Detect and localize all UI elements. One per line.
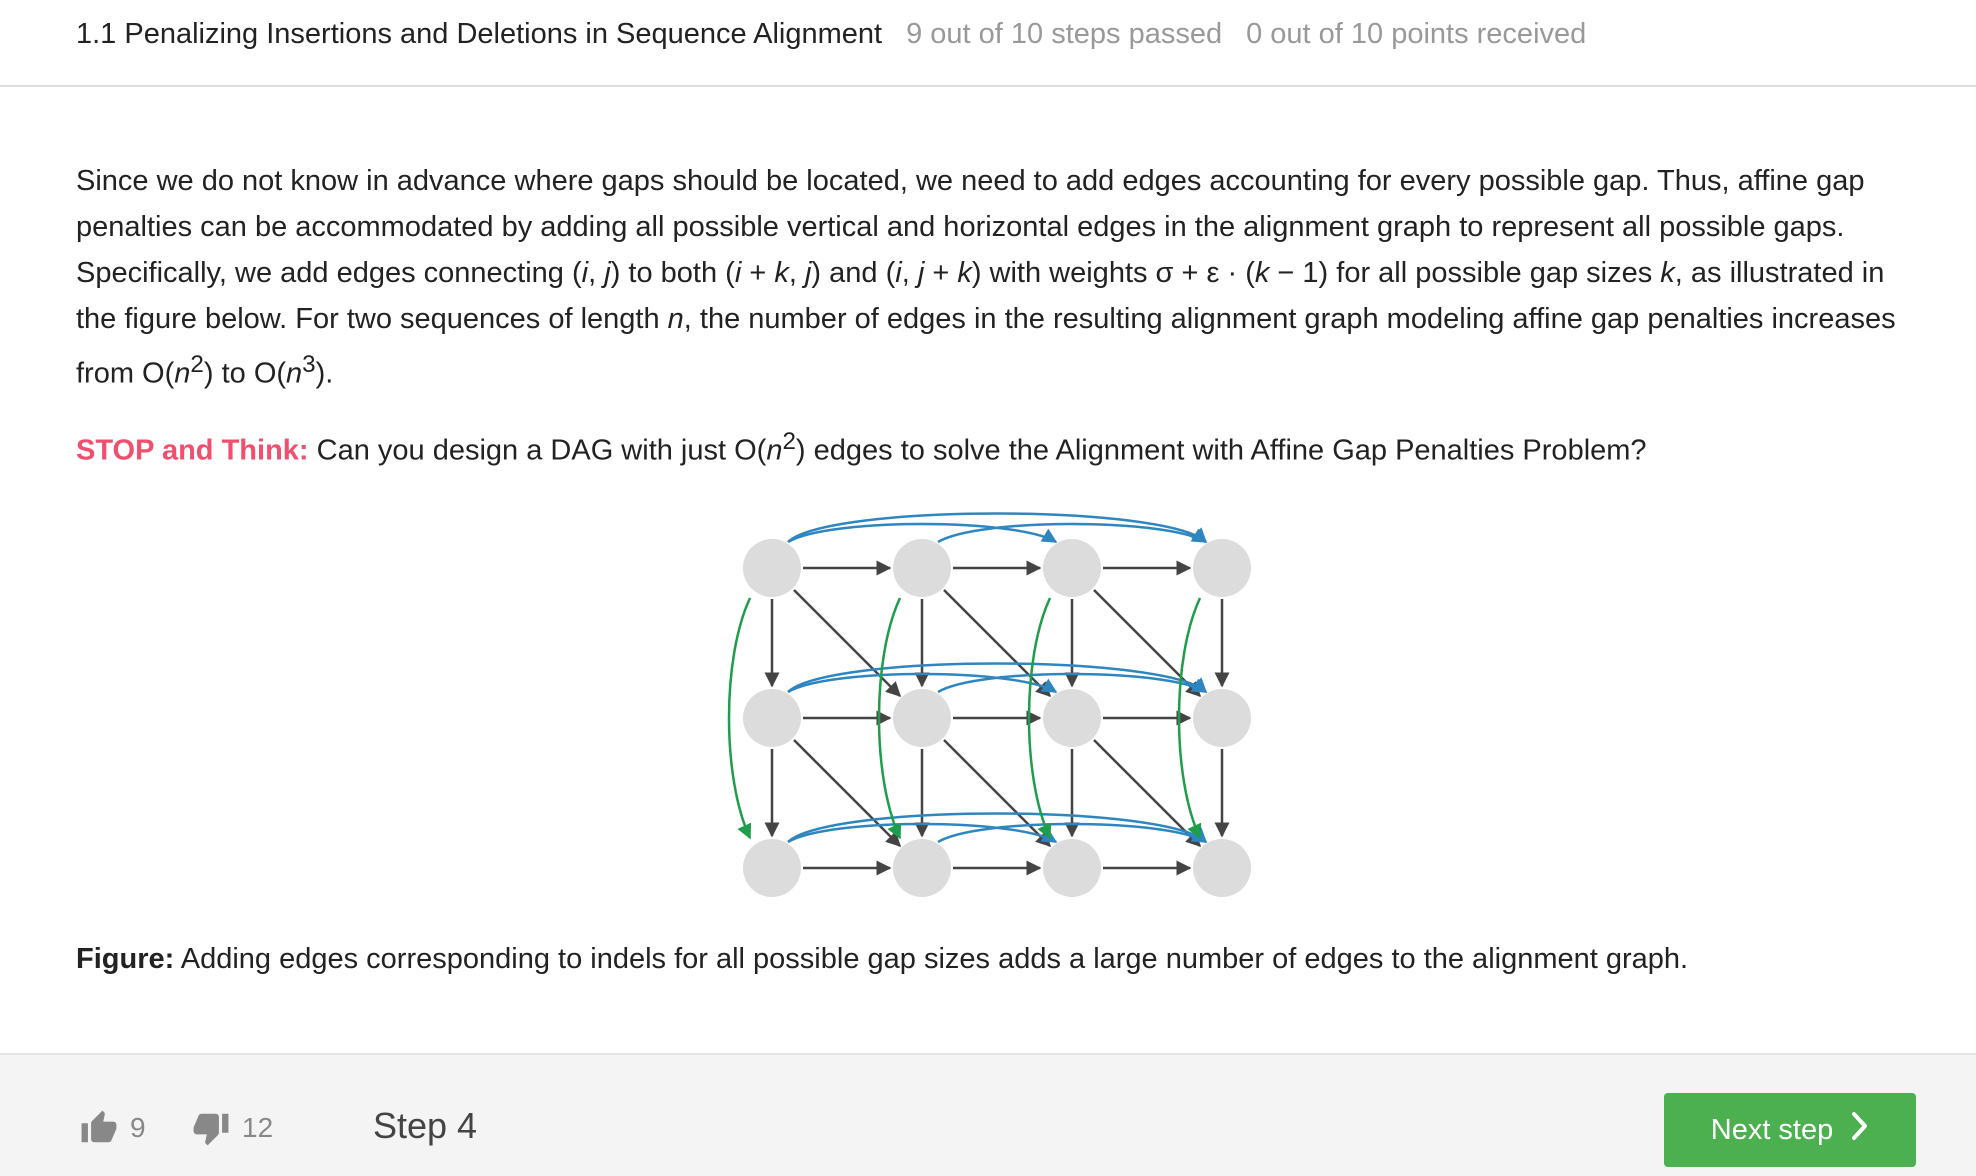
thumbs-up-icon bbox=[80, 1109, 118, 1147]
graph-node bbox=[893, 689, 951, 747]
graph-node bbox=[1193, 539, 1251, 597]
stop-label: STOP and Think: bbox=[76, 434, 309, 467]
points-progress: 0 out of 10 points received bbox=[1246, 18, 1587, 50]
alignment-graph bbox=[727, 512, 1251, 897]
graph-node bbox=[743, 539, 801, 597]
graph-node bbox=[1193, 839, 1251, 897]
graph-node bbox=[743, 839, 801, 897]
thumbs-down-icon bbox=[192, 1109, 230, 1147]
figure-caption: Figure: Adding edges corresponding to in… bbox=[76, 936, 1688, 982]
step-footer: 9 12 Step 4 Next step bbox=[0, 1053, 1976, 1176]
next-step-label: Next step bbox=[1710, 1113, 1834, 1146]
like-button[interactable]: 9 bbox=[80, 1109, 146, 1147]
next-step-button[interactable]: Next step bbox=[1664, 1093, 1916, 1167]
caption-text: Adding edges corresponding to indels for… bbox=[174, 943, 1689, 975]
body-paragraph: Since we do not know in advance where ga… bbox=[76, 165, 1896, 390]
graph-node bbox=[893, 839, 951, 897]
chevron-right-icon bbox=[1833, 1111, 1869, 1149]
lesson-header: 1.1 Penalizing Insertions and Deletions … bbox=[0, 0, 1976, 87]
diagonal-edge bbox=[943, 739, 1052, 848]
like-count: 9 bbox=[130, 1112, 146, 1143]
alignment-graph-figure bbox=[706, 480, 1266, 900]
graph-node bbox=[1043, 839, 1101, 897]
graph-node bbox=[1043, 689, 1101, 747]
graph-node bbox=[1043, 539, 1101, 597]
diagonal-edge bbox=[943, 589, 1052, 698]
graph-node bbox=[1193, 689, 1251, 747]
caption-label: Figure: bbox=[76, 943, 175, 975]
dislike-count: 12 bbox=[242, 1112, 274, 1143]
step-label: Step 4 bbox=[373, 1105, 478, 1146]
step-content: Since we do not know in advance where ga… bbox=[76, 158, 1906, 473]
lesson-title: 1.1 Penalizing Insertions and Deletions … bbox=[76, 18, 883, 50]
graph-node bbox=[743, 689, 801, 747]
stop-and-think: STOP and Think: Can you design a DAG wit… bbox=[76, 427, 1647, 467]
dislike-button[interactable]: 12 bbox=[192, 1109, 273, 1147]
steps-progress: 9 out of 10 steps passed bbox=[906, 18, 1223, 50]
graph-node bbox=[893, 539, 951, 597]
